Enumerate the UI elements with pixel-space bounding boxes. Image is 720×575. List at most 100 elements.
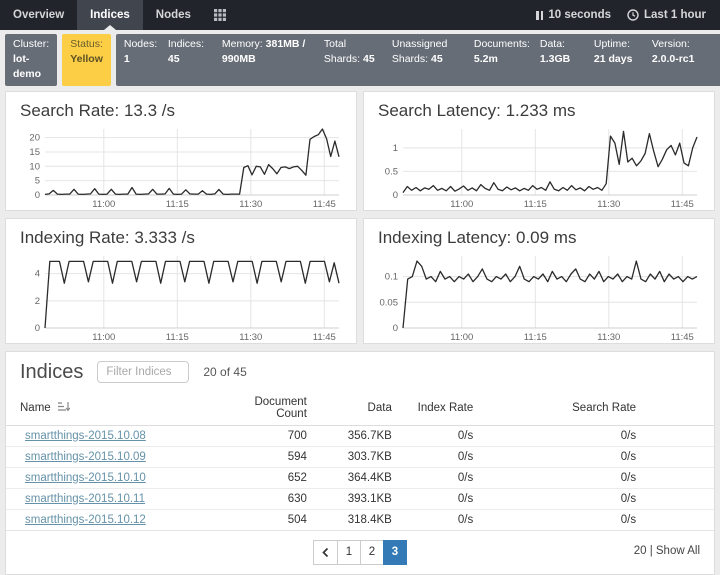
x-axis-tick-label: 11:15 xyxy=(524,332,547,343)
document-count-cell: 700 xyxy=(240,425,307,446)
x-axis-tick-label: 11:30 xyxy=(597,332,620,343)
index-link[interactable]: smartthings-2015.10.09 xyxy=(25,451,146,463)
status-cell-label: Memory: xyxy=(222,38,266,50)
column-header-name[interactable]: Name xyxy=(6,392,240,426)
index-link[interactable]: smartthings-2015.10.08 xyxy=(25,430,146,442)
status-cell-version: Version: 2.0.0-rc1 xyxy=(646,37,720,83)
chart-line xyxy=(45,129,339,194)
x-axis-tick-label: 11:00 xyxy=(92,332,115,343)
time-range-label: Last 1 hour xyxy=(644,9,706,21)
table-row: smartthings-2015.10.11630393.1KB0/s0/s xyxy=(6,488,714,509)
table-row: smartthings-2015.10.10652364.4KB0/s0/s xyxy=(6,467,714,488)
status-badge: Status: Yellow xyxy=(62,34,111,86)
table-row: smartthings-2015.10.08700356.7KB0/s0/s xyxy=(6,425,714,446)
search-rate-cell: 0/s xyxy=(473,446,636,467)
index-rate-cell: 0/s xyxy=(392,467,473,488)
index-link[interactable]: smartthings-2015.10.11 xyxy=(25,493,145,505)
data-size-cell: 318.4KB xyxy=(307,509,392,530)
chevron-left-icon xyxy=(321,547,330,558)
spacer-cell xyxy=(636,467,714,488)
x-axis-tick-label: 11:00 xyxy=(450,199,473,210)
column-header-spacer xyxy=(636,392,714,426)
status-cell-value: 1.3GB xyxy=(540,53,570,65)
status-cell-label: Total Shards: xyxy=(324,38,363,65)
y-axis-tick-label: 4 xyxy=(35,268,40,279)
filter-indices-input[interactable] xyxy=(97,361,189,383)
chart-line xyxy=(403,261,697,328)
data-size-cell: 364.4KB xyxy=(307,467,392,488)
document-count-cell: 594 xyxy=(240,446,307,467)
y-axis-tick-label: 0.1 xyxy=(385,271,398,282)
pagination-page-2[interactable]: 2 xyxy=(360,540,384,565)
sort-ascending-icon xyxy=(58,401,70,412)
status-label: Status: xyxy=(70,38,103,50)
show-all-link[interactable]: Show All xyxy=(656,545,700,557)
pagination-page-3[interactable]: 3 xyxy=(383,540,407,565)
index-name-cell: smartthings-2015.10.12 xyxy=(6,509,240,530)
x-axis-tick-label: 11:45 xyxy=(313,199,336,210)
x-axis-tick-label: 11:30 xyxy=(239,332,262,343)
x-axis-tick-label: 11:45 xyxy=(671,332,694,343)
cluster-label: Cluster: xyxy=(13,38,49,50)
y-axis-tick-label: 0 xyxy=(35,190,40,201)
status-cell-indices: Indices: 45 xyxy=(162,37,216,83)
pagination-page-1[interactable]: 1 xyxy=(337,540,361,565)
nav-tab-nodes[interactable]: Nodes xyxy=(143,0,204,30)
status-cell-label: Uptime: xyxy=(594,38,630,50)
x-axis-tick-label: 11:15 xyxy=(166,199,189,210)
status-cell-label: Data: xyxy=(540,38,565,50)
column-header-document-count[interactable]: Document Count xyxy=(240,392,307,426)
indices-title: Indices xyxy=(20,361,83,384)
cluster-metrics-strip: Nodes: 1Indices: 45Memory: 381MB / 990MB… xyxy=(116,34,720,86)
indices-panel: Indices 20 of 45 Name xyxy=(5,351,715,575)
status-cell-value: 45 xyxy=(431,53,443,65)
nav-tab-indices-label: Indices xyxy=(90,9,130,21)
y-axis-tick-label: 0 xyxy=(35,323,40,334)
indexing-latency-panel: Indexing Latency: 0.09 ms 11:0011:1511:3… xyxy=(363,218,715,344)
index-rate-cell: 0/s xyxy=(392,509,473,530)
indexing-rate-panel: Indexing Rate: 3.333 /s 11:00 11:15 11:30 1… xyxy=(5,218,357,344)
index-rate-cell: 0/s xyxy=(392,446,473,467)
status-cell-value: 45 xyxy=(363,53,375,65)
status-value: Yellow xyxy=(70,53,103,65)
index-name-cell: smartthings-2015.10.11 xyxy=(6,488,240,509)
x-axis-tick-label: 11:15 xyxy=(524,199,547,210)
x-axis-tick-label: 11:00 xyxy=(450,332,473,343)
search-rate-cell: 0/s xyxy=(473,509,636,530)
data-size-cell: 356.7KB xyxy=(307,425,392,446)
nav-tab-overview[interactable]: Overview xyxy=(0,0,77,30)
nav-tab-indices[interactable]: Indices xyxy=(77,0,143,30)
pagination-prev-button[interactable] xyxy=(313,540,338,565)
column-header-index-rate[interactable]: Index Rate xyxy=(392,392,473,426)
apps-grid-button[interactable] xyxy=(204,0,236,30)
column-header-data[interactable]: Data xyxy=(307,392,392,426)
refresh-interval-control[interactable]: 10 seconds xyxy=(532,9,615,21)
index-link[interactable]: smartthings-2015.10.10 xyxy=(25,472,146,484)
status-cell-data: Data: 1.3GB xyxy=(534,37,588,83)
data-size-cell: 303.7KB xyxy=(307,446,392,467)
search-rate-panel: Search Rate: 13.3 /s 11:0011:1511:3011:4… xyxy=(5,91,357,211)
column-header-search-rate[interactable]: Search Rate xyxy=(473,392,636,426)
search-latency-chart[interactable]: 11:0011:1511:3011:4500.51 xyxy=(369,123,709,210)
nav-tab-nodes-label: Nodes xyxy=(156,9,191,21)
status-cell-nodes: Nodes: 1 xyxy=(118,37,162,83)
indexing-rate-title: Indexing Rate: 3.333 /s xyxy=(6,219,356,250)
spacer-cell xyxy=(636,446,714,467)
time-range-control[interactable]: Last 1 hour xyxy=(623,9,710,21)
nav-right-controls: 10 seconds Last 1 hour xyxy=(532,0,720,30)
search-rate-chart[interactable]: 11:0011:1511:3011:4505101520 xyxy=(11,123,351,210)
cluster-value: lot-demo xyxy=(13,53,41,80)
y-axis-tick-label: 0 xyxy=(393,190,398,201)
index-rate-cell: 0/s xyxy=(392,488,473,509)
chart-line xyxy=(403,131,697,192)
indexing-rate-chart[interactable]: 11:0011:1511:3011:45024 xyxy=(11,250,351,343)
x-axis-tick-label: 11:15 xyxy=(166,332,189,343)
search-rate-cell: 0/s xyxy=(473,425,636,446)
index-link[interactable]: smartthings-2015.10.12 xyxy=(25,514,146,526)
indexing-latency-chart[interactable]: 11:0011:1511:3011:4500.050.1 xyxy=(369,250,709,343)
x-axis-tick-label: 11:45 xyxy=(313,332,336,343)
cluster-name-cell: Cluster: lot-demo xyxy=(5,34,57,86)
status-cell-value: 2.0.0-rc1 xyxy=(652,53,695,65)
status-cell-value: 21 days xyxy=(594,53,633,65)
table-header-row: Name Document Count Data Index Rate Sear… xyxy=(6,392,714,426)
